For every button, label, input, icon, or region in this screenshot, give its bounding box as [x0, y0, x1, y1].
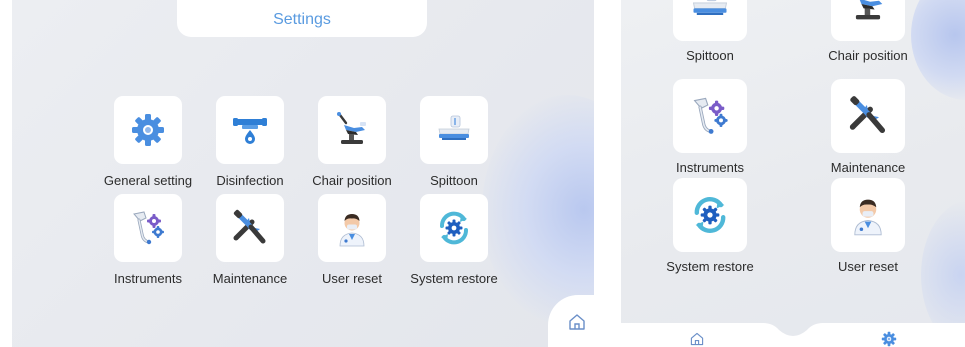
maintenance-button[interactable]: Maintenance: [793, 79, 943, 175]
spittoon-icon: [434, 110, 474, 150]
system-restore-button[interactable]: System restore: [635, 178, 785, 274]
instruments-button[interactable]: Instruments: [635, 79, 785, 175]
spittoon-label: Spittoon: [430, 173, 478, 188]
spittoon-label: Spittoon: [686, 48, 734, 63]
user-reset-label: User reset: [322, 271, 382, 286]
disinfection-tile[interactable]: [216, 96, 284, 164]
system-restore-button[interactable]: System restore: [394, 194, 514, 286]
bottom-nav: [621, 320, 965, 347]
home-icon: [567, 312, 587, 332]
chair-position-label: Chair position: [828, 48, 908, 63]
settings-panel-scrolled: Spittoon Chair position Instruments Main…: [621, 0, 965, 347]
maintenance-tile[interactable]: [831, 79, 905, 153]
chair-icon: [332, 110, 372, 150]
user-icon: [846, 193, 890, 237]
user-icon: [332, 208, 372, 248]
instruments-tile[interactable]: [673, 79, 747, 153]
chair-icon: [846, 0, 890, 26]
system-restore-label: System restore: [666, 259, 754, 274]
settings-panel: Settings General setting Disinfection Ch…: [12, 0, 594, 347]
spittoon-tile[interactable]: [420, 96, 488, 164]
user-reset-button[interactable]: User reset: [793, 178, 943, 274]
tools-icon: [846, 94, 890, 138]
maintenance-label: Maintenance: [212, 271, 288, 286]
spittoon-button[interactable]: Spittoon: [635, 0, 785, 63]
maintenance-label: Maintenance: [830, 160, 906, 175]
chair-position-button[interactable]: Chair position: [793, 0, 943, 63]
title-card: Settings: [177, 0, 427, 37]
gear-icon[interactable]: [880, 330, 898, 347]
instruments-label: Instruments: [114, 271, 182, 286]
chair-position-tile[interactable]: [318, 96, 386, 164]
system-restore-label: System restore: [410, 271, 498, 286]
instruments-tile[interactable]: [114, 194, 182, 262]
tools-icon: [230, 208, 270, 248]
maintenance-tile[interactable]: [216, 194, 284, 262]
instruments-label: Instruments: [676, 160, 744, 175]
disinfection-label: Disinfection: [216, 173, 284, 188]
general-setting-label: General setting: [103, 173, 193, 188]
gear-icon: [128, 110, 168, 150]
home-icon[interactable]: [689, 331, 705, 347]
instruments-icon: [688, 94, 732, 138]
user-reset-label: User reset: [838, 259, 898, 274]
user-reset-tile[interactable]: [831, 178, 905, 252]
general-setting-tile[interactable]: [114, 96, 182, 164]
restore-icon: [434, 208, 474, 248]
spittoon-tile[interactable]: [673, 0, 747, 41]
system-restore-tile[interactable]: [420, 194, 488, 262]
chair-position-label: Chair position: [312, 173, 392, 188]
spittoon-button[interactable]: Spittoon: [394, 96, 514, 188]
spittoon-icon: [688, 0, 732, 26]
chair-position-tile[interactable]: [831, 0, 905, 41]
system-restore-tile[interactable]: [673, 178, 747, 252]
instruments-icon: [128, 208, 168, 248]
disinfection-icon: [230, 110, 270, 150]
restore-icon: [688, 193, 732, 237]
bottom-nav-background: [621, 323, 965, 347]
page-title: Settings: [273, 11, 331, 28]
user-reset-tile[interactable]: [318, 194, 386, 262]
